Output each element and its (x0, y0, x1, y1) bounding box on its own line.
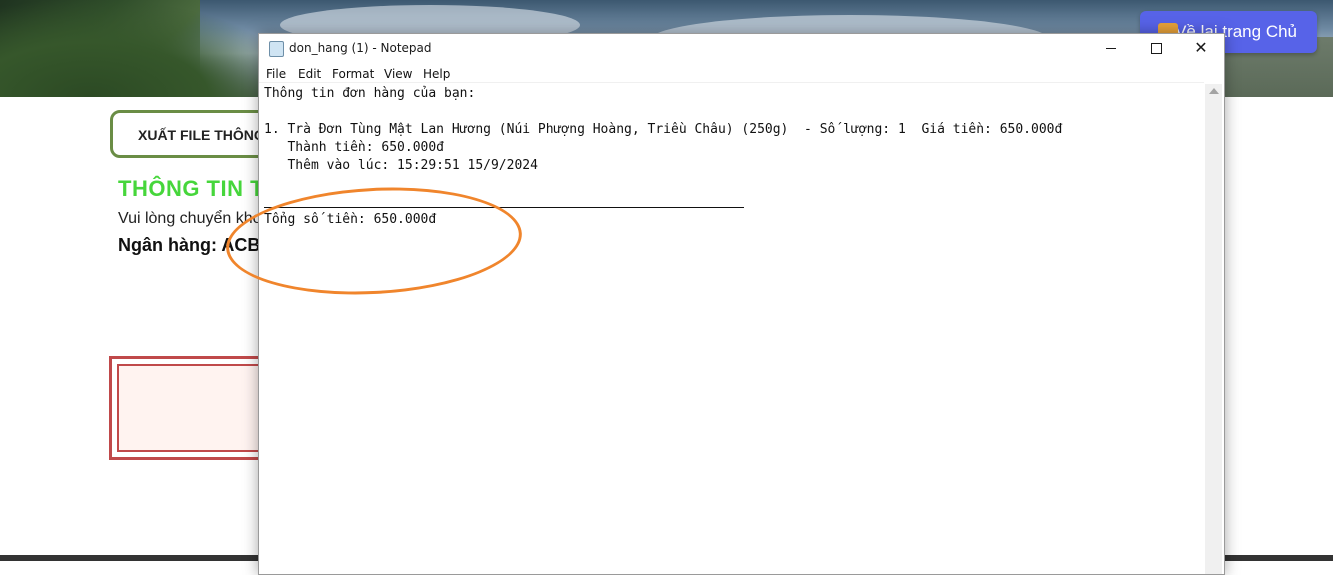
menu-help[interactable]: Help (423, 67, 450, 81)
text-line: Thành tiền: 650.000đ (264, 140, 445, 155)
minimize-icon (1106, 47, 1116, 49)
window-title: don_hang (1) - Notepad (289, 41, 432, 55)
menu-bar: File Edit Format View Help (259, 64, 1224, 84)
notepad-window: don_hang (1) - Notepad ✕ File Edit Forma… (258, 33, 1225, 575)
vertical-scrollbar[interactable] (1205, 84, 1222, 574)
maximize-button[interactable] (1133, 34, 1179, 62)
scroll-up-icon[interactable] (1209, 88, 1219, 94)
notepad-icon (269, 41, 284, 57)
text-line: Thêm vào lúc: 15:29:51 15/9/2024 (264, 158, 538, 173)
text-line: Thông tin đơn hàng của bạn: (264, 86, 476, 101)
bank-label: Ngân hàng: (118, 235, 217, 255)
minimize-button[interactable] (1088, 34, 1134, 62)
menu-file[interactable]: File (266, 67, 286, 81)
maximize-icon (1150, 42, 1162, 54)
info-heading: THÔNG TIN T (118, 176, 265, 201)
text-editor[interactable]: Thông tin đơn hàng của bạn: 1. Trà Đơn T… (259, 82, 1204, 573)
close-icon: ✕ (1194, 38, 1208, 57)
text-line: 1. Trà Đơn Tùng Mật Lan Hương (Núi Phượn… (264, 122, 1063, 137)
trees-image (0, 0, 300, 97)
menu-view[interactable]: View (384, 67, 412, 81)
menu-edit[interactable]: Edit (298, 67, 321, 81)
notepad-titlebar[interactable]: don_hang (1) - Notepad ✕ (259, 34, 1224, 62)
qr-frame-inner (117, 364, 281, 452)
close-button[interactable]: ✕ (1178, 34, 1224, 62)
menu-format[interactable]: Format (332, 67, 374, 81)
export-button-label: XUẤT FILE THÔNG (138, 127, 265, 143)
